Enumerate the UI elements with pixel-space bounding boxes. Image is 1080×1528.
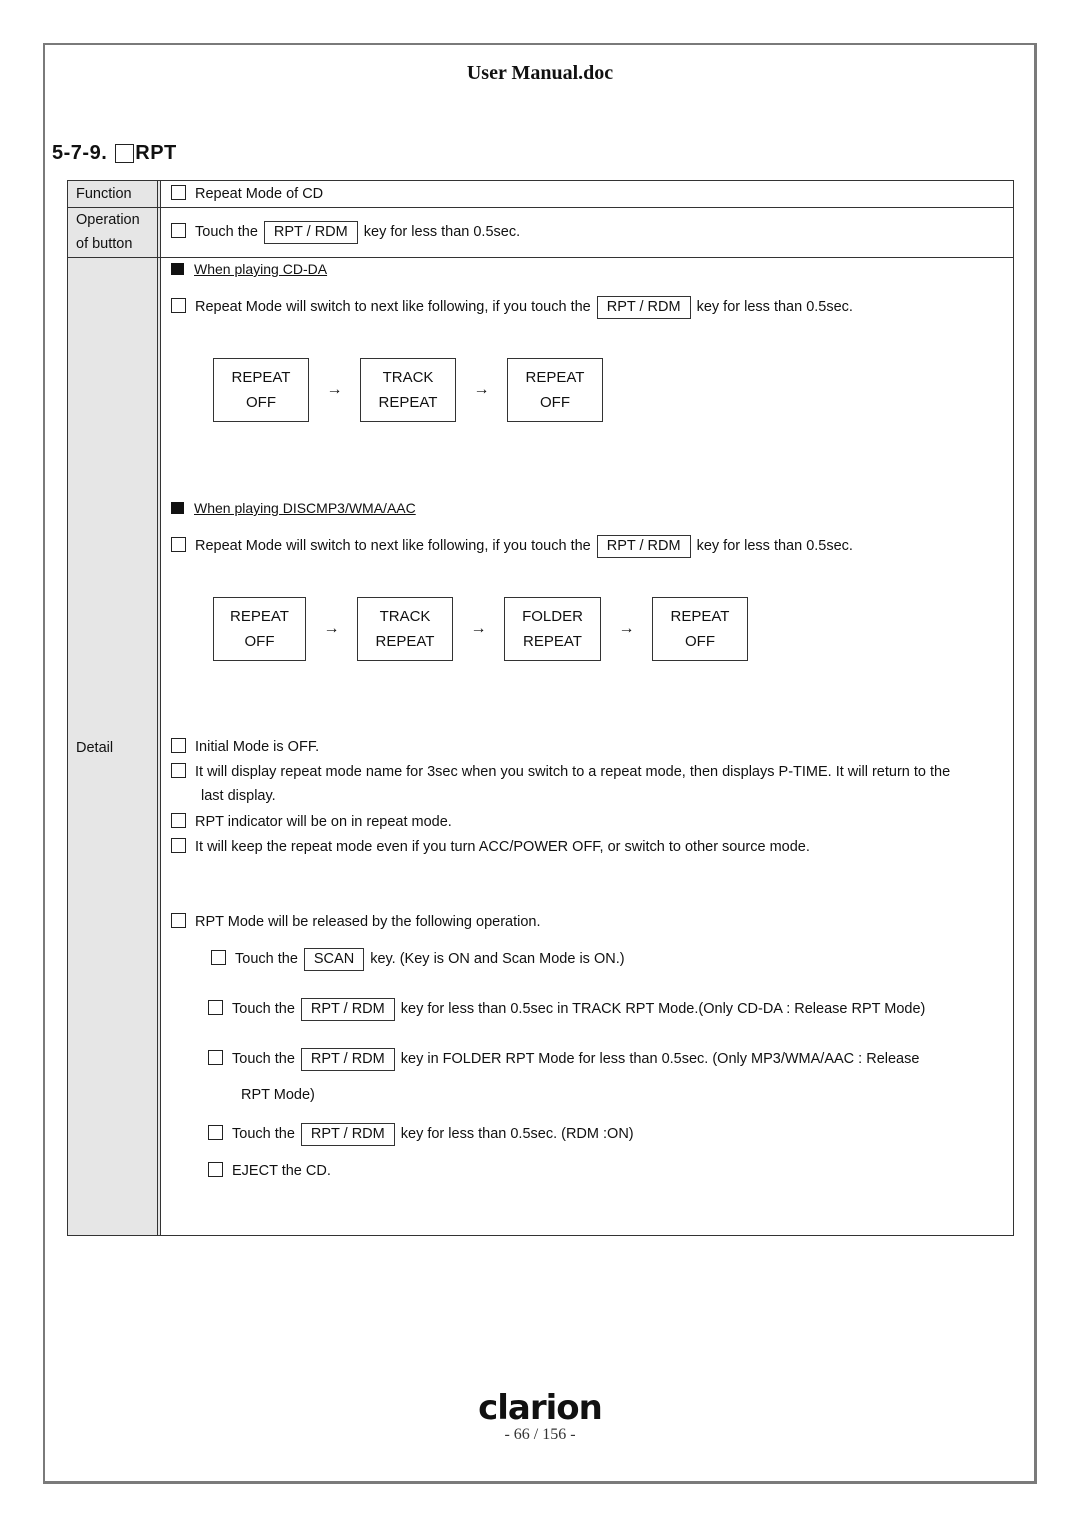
checkbox-icon [171,813,186,828]
checkbox-icon [171,838,186,853]
cdda-heading: When playing CD-DA [171,261,327,277]
checkbox-icon [208,1162,223,1177]
arrow-icon: → [473,381,490,398]
operation-label-line1: Operation [76,212,140,228]
scan-key: SCAN [303,948,365,971]
arrow-icon: → [326,381,343,398]
arrow-icon: → [323,620,340,637]
operation-label-line2: of button [76,236,133,252]
section-number: 5-7-9. [52,142,108,164]
note-item: Initial Mode is OFF. [171,738,319,755]
detail-content: When playing CD-DA Repeat Mode will swit… [161,258,1013,1235]
operation-content: Touch the RPT / RDM key for less than 0.5s… [161,208,1013,257]
operation-label: Operation of button [68,208,161,257]
arrow-icon: → [470,620,487,637]
cdda-flow: REPEAT OFF → TRACK REPEAT → REPEAT OFF [213,358,603,422]
checkbox-icon [208,1125,223,1140]
release-item-continuation: RPT Mode) [241,1087,315,1103]
function-text: Repeat Mode of CD [195,186,324,202]
release-intro: RPT Mode will be released by the followi… [171,913,541,930]
release-item: Touch the RPT / RDM key for less than 0.5s… [208,1123,634,1146]
checkbox-icon [208,1000,223,1015]
release-item: Touch the RPT / RDM key in FOLDER RPT Mode… [208,1048,919,1071]
filled-square-icon [171,502,184,514]
flow-state: REPEAT OFF [652,597,748,661]
detail-label-cell: Detail [68,258,161,1235]
note-item: It will keep the repeat mode even if you… [171,838,810,855]
checkbox-icon [171,763,186,778]
function-label: Function [68,181,161,207]
checkbox-icon [208,1050,223,1065]
flow-state: REPEAT OFF [213,597,306,661]
rpt-rdm-key: RPT / RDM [300,1048,395,1071]
note-continuation: last display. [201,788,276,804]
filled-square-icon [171,263,184,275]
document-title: User Manual.doc [466,62,614,84]
flow-state: TRACK REPEAT [357,597,453,661]
function-content: Repeat Mode of CD [161,181,1013,207]
checkbox-icon [171,223,186,238]
mp3-heading: When playing DISCMP3/WMA/AAC [171,500,416,516]
flow-state: TRACK REPEAT [360,358,456,422]
release-item: EJECT the CD. [208,1162,331,1179]
checkbox-icon [171,738,186,753]
rpt-rdm-key: RPT / RDM [300,1123,395,1146]
checkbox-icon [115,144,135,163]
checkbox-icon [171,298,186,313]
flow-state: REPEAT OFF [213,358,309,422]
rpt-rdm-key: RPT / RDM [596,296,691,319]
section-name: RPT [135,142,177,164]
rpt-rdm-key: RPT / RDM [263,221,358,244]
spec-table: Function Repeat Mode of CD Operation of … [67,180,1014,1236]
rpt-rdm-key: RPT / RDM [300,998,395,1021]
release-item: Touch the SCAN key. (Key is ON and Scan Mo… [211,948,625,971]
operation-post: key for less than 0.5sec. [363,224,521,240]
note-item: RPT indicator will be on in repeat mode. [171,813,452,830]
arrow-icon: → [618,620,635,637]
operation-row: Operation of button Touch the RPT / RDM ke… [68,208,1013,258]
detail-label: Detail [76,740,114,756]
note-item: It will display repeat mode name for 3se… [171,763,950,780]
flow-state: FOLDER REPEAT [504,597,601,661]
clarion-logo: clarion [478,1388,603,1428]
cdda-instruction: Repeat Mode will switch to next like fol… [171,296,853,319]
checkbox-icon [171,537,186,552]
section-heading: 5-7-9. RPT [52,142,177,165]
checkbox-icon [171,185,186,200]
detail-row: Detail When playing CD-DA Repeat Mode wi… [68,258,1013,1235]
function-row: Function Repeat Mode of CD [68,181,1013,208]
operation-pre: Touch the [195,224,258,240]
checkbox-icon [211,950,226,965]
page-number: - 66 / 156 - [504,1426,576,1443]
mp3-flow: REPEAT OFF → TRACK REPEAT → FOLDER REPEAT →… [213,597,748,661]
checkbox-icon [171,913,186,928]
rpt-rdm-key: RPT / RDM [596,535,691,558]
mp3-instruction: Repeat Mode will switch to next like fol… [171,535,853,558]
release-item: Touch the RPT / RDM key for less than 0.5s… [208,998,925,1021]
flow-state: REPEAT OFF [507,358,603,422]
